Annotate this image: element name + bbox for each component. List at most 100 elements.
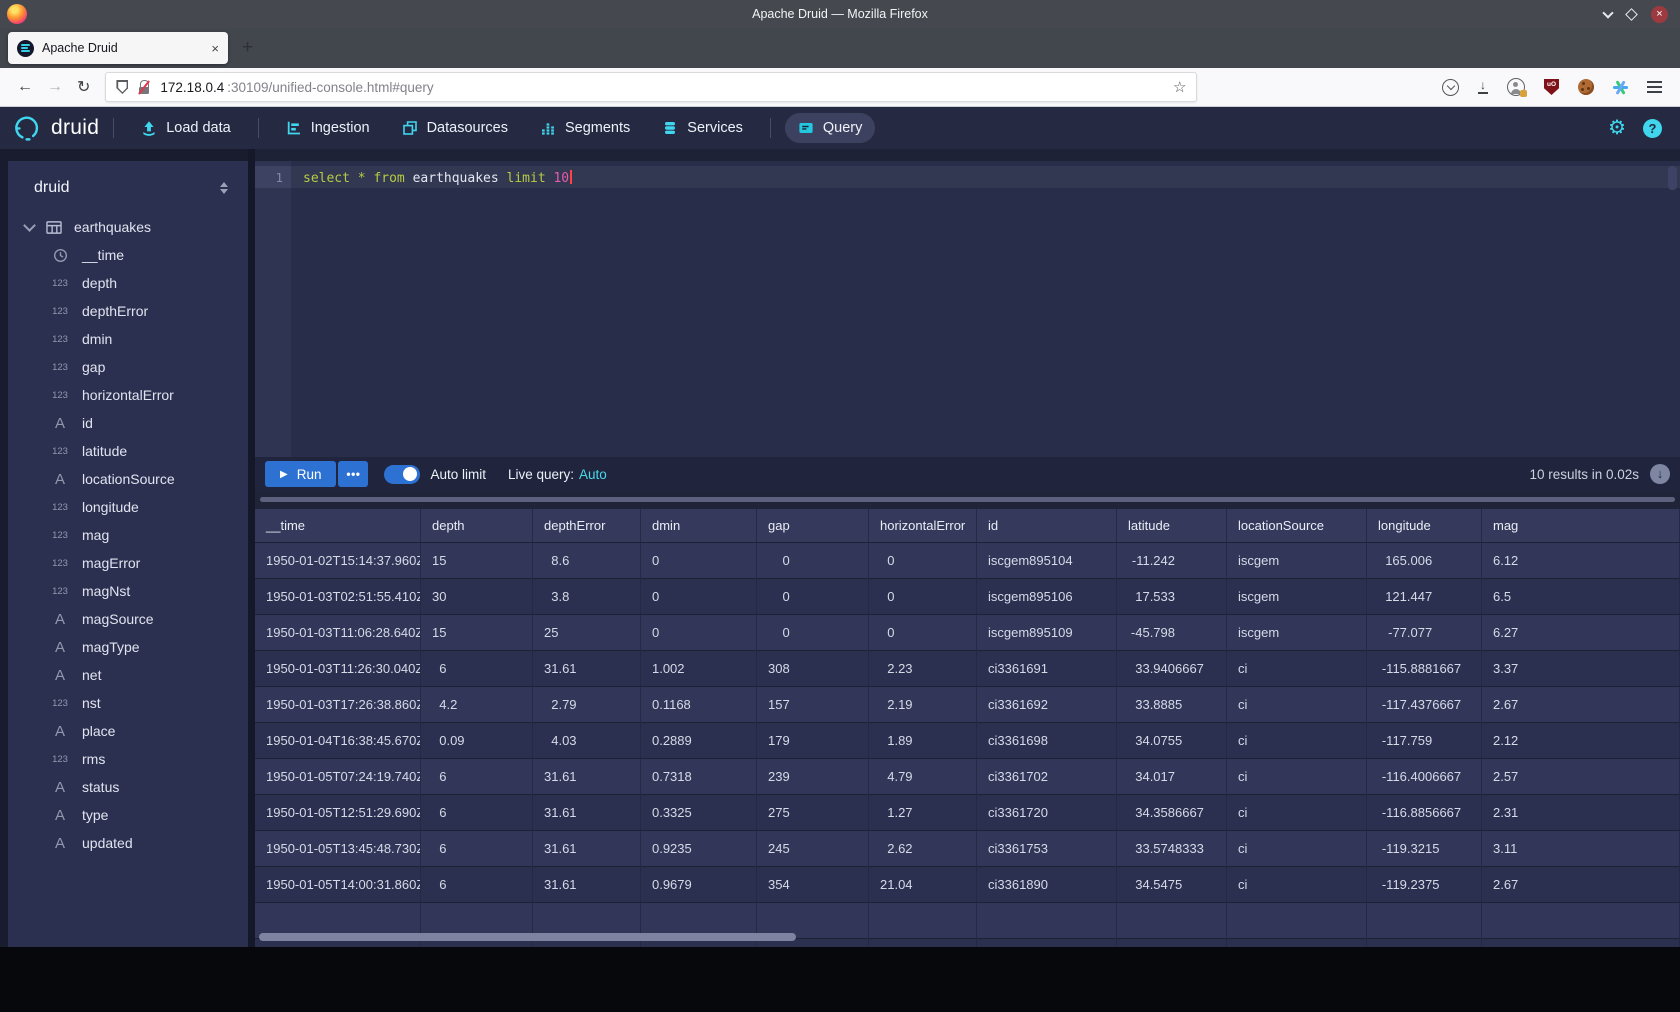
cell-locationSource[interactable]: ci <box>1227 723 1367 759</box>
cell-dmin[interactable]: 0.9235 <box>641 831 757 867</box>
column-header-locationSource[interactable]: locationSource <box>1227 509 1367 543</box>
cell-depth[interactable]: 6 <box>421 867 533 903</box>
run-button[interactable]: ▶ Run <box>265 461 336 487</box>
cell-depthError[interactable]: 31.61 <box>533 759 641 795</box>
cell-dmin[interactable]: 0.7318 <box>641 759 757 795</box>
cell-longitude[interactable]: -119.3215 <box>1367 831 1482 867</box>
download-results-icon[interactable]: ↓ <box>1650 464 1670 484</box>
cell-id[interactable]: ci3361692 <box>977 687 1117 723</box>
cell-depth[interactable]: 6 <box>421 831 533 867</box>
column-header-latitude[interactable]: latitude <box>1117 509 1227 543</box>
browser-tab[interactable]: Apache Druid × <box>8 32 228 64</box>
cell-id[interactable]: iscgem895109 <box>977 615 1117 651</box>
ublock-extension-icon[interactable]: uO <box>1544 79 1559 95</box>
cell-depth[interactable]: 0.09 <box>421 723 533 759</box>
cell-horizontalError[interactable]: 1.89 <box>869 723 977 759</box>
cell-mag[interactable]: 3.11 <box>1482 831 1680 867</box>
tree-column-locationSource[interactable]: AlocationSource <box>8 465 248 493</box>
cell-locationSource[interactable]: iscgem <box>1227 615 1367 651</box>
cell-gap[interactable]: 275 <box>757 795 869 831</box>
cell-__time[interactable]: 1950-01-04T16:38:45.670Z <box>255 723 421 759</box>
tree-column-type[interactable]: Atype <box>8 801 248 829</box>
cell-dmin[interactable]: 0.3325 <box>641 795 757 831</box>
cell-id[interactable]: ci3361698 <box>977 723 1117 759</box>
cell-depthError[interactable]: 2.79 <box>533 687 641 723</box>
cell-longitude[interactable]: 121.447 <box>1367 579 1482 615</box>
cell-latitude[interactable]: -45.798 <box>1117 615 1227 651</box>
cell-dmin[interactable]: 0.1168 <box>641 687 757 723</box>
druid-brand[interactable]: druid <box>14 114 99 142</box>
cell-latitude[interactable]: 34.3586667 <box>1117 795 1227 831</box>
cell-id[interactable]: iscgem895104 <box>977 543 1117 579</box>
cell-longitude[interactable]: -77.077 <box>1367 615 1482 651</box>
tree-table-earthquakes[interactable]: earthquakes <box>8 213 248 241</box>
cell-id[interactable]: ci3361753 <box>977 831 1117 867</box>
cell-depthError[interactable]: 31.61 <box>533 795 641 831</box>
auto-limit-toggle[interactable] <box>384 465 420 484</box>
cell-mag[interactable]: 3.37 <box>1482 651 1680 687</box>
tree-column-depthError[interactable]: 123depthError <box>8 297 248 325</box>
nav-item-datasources[interactable]: Datasources <box>389 113 521 143</box>
cell-__time[interactable]: 1950-01-03T02:51:55.410Z <box>255 579 421 615</box>
cell-longitude[interactable]: -116.4006667 <box>1367 759 1482 795</box>
cell-depthError[interactable]: 31.61 <box>533 831 641 867</box>
tree-column-magType[interactable]: AmagType <box>8 633 248 661</box>
cell-latitude[interactable]: -11.242 <box>1117 543 1227 579</box>
window-minimize-icon[interactable] <box>1602 7 1613 18</box>
cell-latitude[interactable]: 17.533 <box>1117 579 1227 615</box>
insecure-lock-icon[interactable] <box>137 80 151 95</box>
sidebar-resize-handle[interactable] <box>248 149 255 947</box>
account-icon[interactable] <box>1507 78 1525 96</box>
sql-editor[interactable]: 1 select * from earthquakes limit 10 <box>255 161 1680 457</box>
column-header-dmin[interactable]: dmin <box>641 509 757 543</box>
sql-query-line[interactable]: select * from earthquakes limit 10 <box>303 170 572 186</box>
column-header-__time[interactable]: __time <box>255 509 421 543</box>
chevron-down-icon[interactable] <box>23 219 36 232</box>
cell-__time[interactable]: 1950-01-02T15:14:37.960Z <box>255 543 421 579</box>
forward-icon[interactable]: → <box>47 78 63 96</box>
cell-__time[interactable]: 1950-01-05T13:45:48.730Z <box>255 831 421 867</box>
cell-mag[interactable]: 6.5 <box>1482 579 1680 615</box>
cell-__time[interactable]: 1950-01-05T12:51:29.690Z <box>255 795 421 831</box>
bookmark-star-icon[interactable]: ☆ <box>1173 78 1186 96</box>
nav-item-ingestion[interactable]: Ingestion <box>273 113 383 143</box>
tree-column-status[interactable]: Astatus <box>8 773 248 801</box>
cell-locationSource[interactable]: ci <box>1227 795 1367 831</box>
tab-close-icon[interactable]: × <box>211 41 219 56</box>
cell-gap[interactable]: 239 <box>757 759 869 795</box>
cell-gap[interactable]: 245 <box>757 831 869 867</box>
cell-depthError[interactable]: 8.6 <box>533 543 641 579</box>
cell-mag[interactable]: 2.12 <box>1482 723 1680 759</box>
tree-column-mag[interactable]: 123mag <box>8 521 248 549</box>
cell-horizontalError[interactable]: 0 <box>869 579 977 615</box>
nav-item-query[interactable]: Query <box>785 113 876 143</box>
cell-depth[interactable]: 30 <box>421 579 533 615</box>
cell-dmin[interactable]: 0.2889 <box>641 723 757 759</box>
cell-depthError[interactable]: 31.61 <box>533 651 641 687</box>
column-header-horizontalError[interactable]: horizontalError <box>869 509 977 543</box>
column-header-gap[interactable]: gap <box>757 509 869 543</box>
tree-column-magError[interactable]: 123magError <box>8 549 248 577</box>
cell-latitude[interactable]: 33.8885 <box>1117 687 1227 723</box>
menu-hamburger-icon[interactable] <box>1647 81 1662 92</box>
tree-column-net[interactable]: Anet <box>8 661 248 689</box>
tree-column-__time[interactable]: __time <box>8 241 248 269</box>
help-icon[interactable]: ? <box>1643 119 1662 138</box>
cell-depth[interactable]: 6 <box>421 759 533 795</box>
cell-horizontalError[interactable]: 0 <box>869 543 977 579</box>
cell-mag[interactable]: 2.67 <box>1482 687 1680 723</box>
cell-locationSource[interactable]: ci <box>1227 831 1367 867</box>
cell-depth[interactable]: 6 <box>421 795 533 831</box>
cell-depth[interactable]: 15 <box>421 543 533 579</box>
cell-id[interactable]: ci3361691 <box>977 651 1117 687</box>
column-header-longitude[interactable]: longitude <box>1367 509 1482 543</box>
cell-depthError[interactable]: 4.03 <box>533 723 641 759</box>
horizontal-scrollbar-thumb[interactable] <box>259 933 796 941</box>
tracking-shield-icon[interactable] <box>116 80 128 94</box>
tree-column-depth[interactable]: 123depth <box>8 269 248 297</box>
cell-locationSource[interactable]: ci <box>1227 687 1367 723</box>
url-bar[interactable]: 172.18.0.4 :30109/unified-console.html#q… <box>105 72 1197 102</box>
tree-column-rms[interactable]: 123rms <box>8 745 248 773</box>
cell-locationSource[interactable]: ci <box>1227 867 1367 903</box>
cell-dmin[interactable]: 0 <box>641 615 757 651</box>
